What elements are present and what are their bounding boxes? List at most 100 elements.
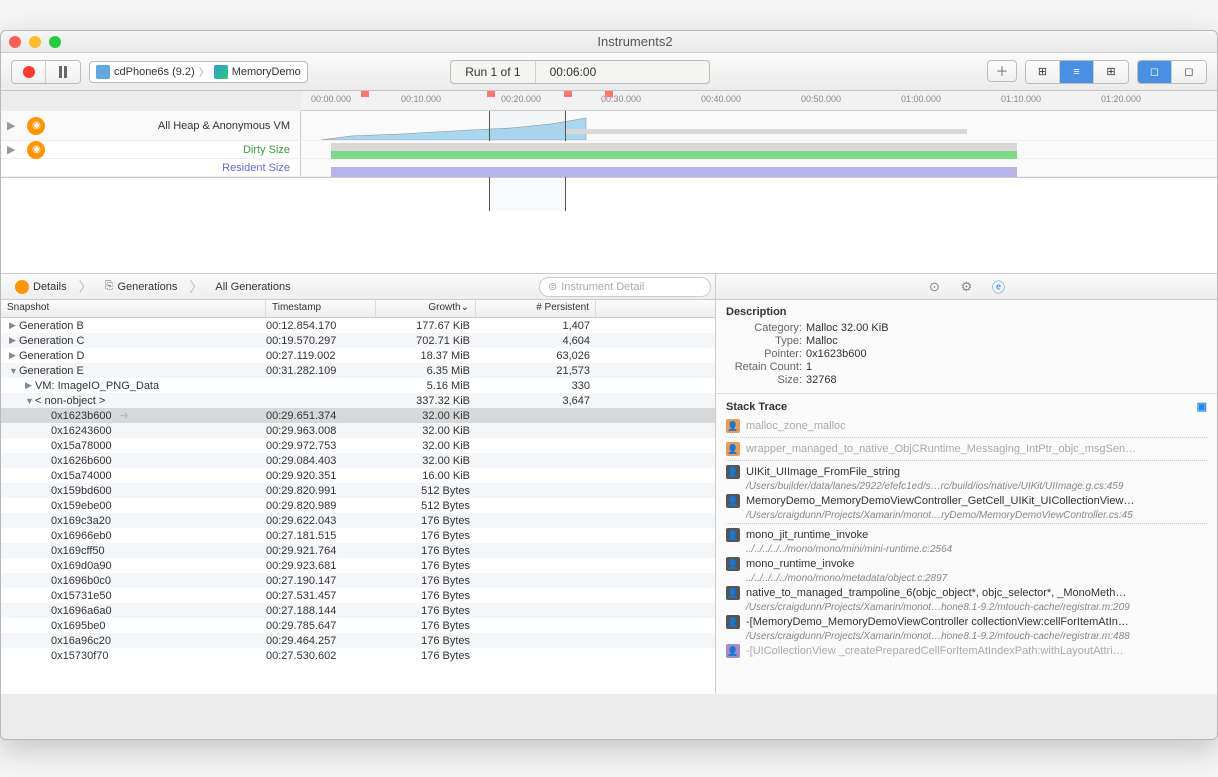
run-status-bar[interactable]: Run 1 of 1 00:06:00 (450, 60, 710, 84)
col-timestamp[interactable]: Timestamp (266, 300, 376, 317)
pause-button[interactable] (46, 61, 80, 83)
table-row[interactable]: 0x159bd60000:29.820.991512 Bytes (1, 483, 715, 498)
table-row[interactable]: 0x159ebe0000:29.820.989512 Bytes (1, 498, 715, 513)
table-row[interactable]: ▶Generation C00:19.570.297702.71 KiB4,60… (1, 333, 715, 348)
breadcrumb-generations[interactable]: ⎘ Generations (99, 280, 184, 293)
frame-icon: 👤 (726, 528, 740, 542)
toolbar: cdPhone6s (9.2) 〉 MemoryDemo Run 1 of 1 … (1, 53, 1217, 91)
frame-icon: 👤 (726, 419, 740, 433)
stack-frame[interactable]: 👤mono_runtime_invoke (716, 555, 1217, 573)
description-section: Description Category:Malloc 32.00 KiB Ty… (716, 300, 1217, 393)
table-row[interactable]: 0x1623b600➜00:29.651.37432.00 KiB (1, 408, 715, 423)
table-row[interactable]: 0x1624360000:29.963.00832.00 KiB (1, 423, 715, 438)
stack-frame[interactable]: 👤native_to_managed_trampoline_6(objc_obj… (716, 584, 1217, 602)
details-icon (15, 280, 29, 294)
camera-icon: ⎘ (105, 280, 114, 293)
table-row[interactable]: ▶VM: ImageIO_PNG_Data5.16 MiB330 (1, 378, 715, 393)
stack-trace-list: 👤malloc_zone_malloc 👤wrapper_managed_to_n… (716, 417, 1217, 660)
stack-frame[interactable]: 👤-[UICollectionView _createPreparedCellF… (716, 642, 1217, 660)
zoom-icon[interactable] (49, 36, 61, 48)
run-time: 00:06:00 (536, 65, 611, 79)
col-snapshot[interactable]: Snapshot (1, 300, 266, 317)
flag-icon[interactable] (361, 91, 369, 101)
stack-frame[interactable]: 👤malloc_zone_malloc (716, 417, 1217, 435)
table-row[interactable]: 0x1696a6a000:27.188.144176 Bytes (1, 603, 715, 618)
ruler-tick: 00:00.000 (311, 94, 351, 104)
ruler-tick: 00:20.000 (501, 94, 541, 104)
table-row[interactable]: ▼Generation E00:31.282.1096.35 MiB21,573 (1, 363, 715, 378)
inspector-tabs: ⊙ ⚙ ⓔ (715, 274, 1217, 299)
pause-icon (59, 66, 67, 78)
table-header: Snapshot Timestamp Growth⌄ # Persistent (1, 300, 715, 318)
display-settings-icon[interactable]: ⚙ (959, 279, 975, 295)
stack-frame[interactable]: 👤UIKit_UIImage_FromFile_string (716, 463, 1217, 481)
stack-frame[interactable]: 👤MemoryDemo_MemoryDemoViewController_Get… (716, 492, 1217, 510)
table-row[interactable]: ▼< non-object >337.32 KiB3,647 (1, 393, 715, 408)
track-heap[interactable]: ▶ ◉ All Heap & Anonymous VM (1, 111, 1217, 141)
table-row[interactable]: 0x16a96c2000:29.464.257176 Bytes (1, 633, 715, 648)
flag-icon[interactable] (487, 91, 495, 101)
app-window: Instruments2 cdPhone6s (9.2) 〉 MemoryDem… (0, 30, 1218, 740)
flag-icon[interactable] (564, 91, 572, 101)
desc-category: Malloc 32.00 KiB (806, 322, 889, 334)
target-name: MemoryDemo (232, 66, 301, 78)
disclosure-icon[interactable]: ▶ (7, 143, 15, 156)
ruler-tick: 00:40.000 (701, 94, 741, 104)
table-row[interactable]: 0x15a7800000:29.972.75332.00 KiB (1, 438, 715, 453)
vm-icon: ◉ (27, 141, 45, 159)
table-row[interactable]: 0x15a7400000:29.920.35116.00 KiB (1, 468, 715, 483)
table-row[interactable]: 0x15730f7000:27.530.602176 Bytes (1, 648, 715, 663)
add-button[interactable]: ＋ (987, 60, 1017, 82)
timeline-ruler[interactable]: 00:00.000 00:10.000 00:20.000 00:30.000 … (301, 91, 1217, 111)
table-row[interactable]: ▶Generation D00:27.119.00218.37 MiB63,02… (1, 348, 715, 363)
list-view-button[interactable]: ≡ (1060, 61, 1094, 83)
table-body[interactable]: ▶Generation B00:12.854.170177.67 KiB1,40… (1, 318, 715, 694)
chevron-right-icon: 〉 (189, 277, 203, 297)
table-row[interactable]: 0x169c3a2000:29.622.043176 Bytes (1, 513, 715, 528)
snapshot-table: Snapshot Timestamp Growth⌄ # Persistent … (1, 300, 715, 694)
stack-options-icon[interactable]: ▣ (1197, 400, 1207, 413)
col-growth[interactable]: Growth⌄ (376, 300, 476, 317)
list-icon: ≡ (1073, 66, 1079, 78)
extended-detail-icon[interactable]: ⓔ (991, 279, 1007, 295)
target-selector[interactable]: cdPhone6s (9.2) 〉 MemoryDemo (89, 61, 308, 83)
stack-frame[interactable]: 👤-[MemoryDemo_MemoryDemoViewController c… (716, 613, 1217, 631)
record-settings-icon[interactable]: ⊙ (927, 279, 943, 295)
panel-right-button[interactable]: ◻ (1172, 61, 1206, 83)
minimize-icon[interactable] (29, 36, 41, 48)
table-row[interactable]: 0x169d0a9000:29.923.681176 Bytes (1, 558, 715, 573)
close-icon[interactable] (9, 36, 21, 48)
table-row[interactable]: 0x169cff5000:29.921.764176 Bytes (1, 543, 715, 558)
panel-left-button[interactable]: ◻ (1138, 61, 1172, 83)
table-row[interactable]: 0x1626b60000:29.084.40332.00 KiB (1, 453, 715, 468)
record-button[interactable] (12, 61, 46, 83)
titlebar: Instruments2 (1, 31, 1217, 53)
strategy-button[interactable]: ⊞ (1026, 61, 1060, 83)
panel-right-icon: ◻ (1184, 65, 1193, 78)
col-persistent[interactable]: # Persistent (476, 300, 596, 317)
chevron-right-icon: 〉 (79, 277, 93, 297)
ruler-tick: 01:20.000 (1101, 94, 1141, 104)
track-resident[interactable]: Resident Size (1, 159, 1217, 177)
table-row[interactable]: 0x1695be000:29.785.647176 Bytes (1, 618, 715, 633)
table-row[interactable]: 0x1696b0c000:27.190.147176 Bytes (1, 573, 715, 588)
table-row[interactable]: 0x15731e5000:27.531.457176 Bytes (1, 588, 715, 603)
search-input[interactable]: ⊜ Instrument Detail (539, 277, 711, 297)
grid-view-button[interactable]: ⊞ (1094, 61, 1128, 83)
track-label: Resident Size (222, 162, 290, 174)
device-name: cdPhone6s (9.2) (114, 66, 195, 78)
breadcrumb-details[interactable]: Details (9, 280, 73, 294)
app-icon (214, 65, 228, 79)
record-group (11, 60, 81, 84)
disclosure-icon[interactable]: ▶ (7, 119, 15, 132)
stack-frame[interactable]: 👤wrapper_managed_to_native_ObjCRuntime_M… (716, 440, 1217, 458)
breadcrumb-all[interactable]: All Generations (209, 281, 296, 293)
grid-icon: ⊞ (1106, 65, 1115, 78)
allocations-icon: ◉ (27, 117, 45, 135)
desc-type: Malloc (806, 335, 838, 347)
frame-icon: 👤 (726, 442, 740, 456)
table-row[interactable]: 0x16966eb000:27.181.515176 Bytes (1, 528, 715, 543)
stack-frame[interactable]: 👤mono_jit_runtime_invoke (716, 526, 1217, 544)
track-dirty[interactable]: ▶ ◉ Dirty Size (1, 141, 1217, 159)
table-row[interactable]: ▶Generation B00:12.854.170177.67 KiB1,40… (1, 318, 715, 333)
